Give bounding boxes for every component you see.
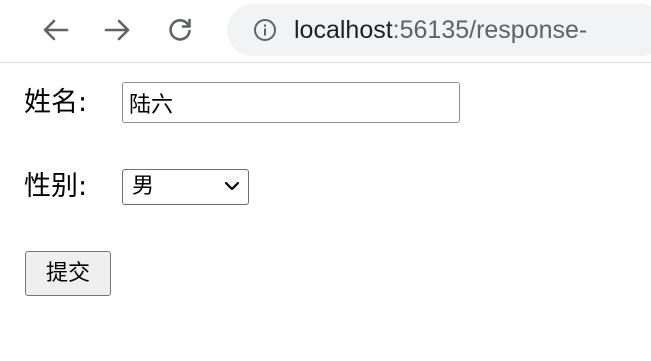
browser-toolbar: localhost:56135/response-	[0, 0, 651, 62]
toolbar-divider	[0, 62, 651, 63]
url-text[interactable]: localhost:56135/response-	[294, 14, 587, 46]
reload-button[interactable]	[162, 12, 198, 48]
gender-selected-value: 男	[132, 174, 155, 199]
forward-button[interactable]	[100, 12, 136, 48]
arrow-right-icon	[104, 19, 130, 41]
url-host: localhost	[294, 16, 393, 44]
arrow-left-icon	[43, 19, 69, 41]
back-button[interactable]	[37, 12, 73, 48]
name-input[interactable]	[122, 82, 460, 123]
info-icon[interactable]	[253, 18, 277, 42]
url-path: :56135/response-	[392, 16, 588, 44]
submit-button[interactable]: 提交	[25, 251, 111, 296]
gender-label: 性别:	[24, 171, 88, 202]
gender-select[interactable]: 男	[122, 169, 249, 205]
name-label: 姓名:	[24, 87, 88, 118]
reload-icon	[169, 18, 191, 41]
address-bar[interactable]: localhost:56135/response-	[227, 4, 651, 56]
chevron-down-icon	[224, 181, 240, 191]
